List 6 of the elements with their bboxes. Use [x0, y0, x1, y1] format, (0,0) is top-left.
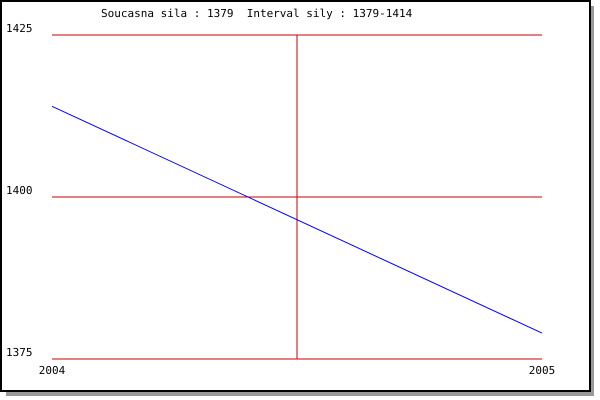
y-tick-label: 1425 — [6, 22, 32, 35]
x-tick-label: 2005 — [528, 364, 556, 377]
chart-title: Soucasna sila : 1379 Interval sily : 1379-1414 — [101, 7, 412, 20]
y-tick-label: 1400 — [6, 184, 32, 197]
x-tick-label: 2004 — [38, 364, 66, 377]
y-tick-label: 1375 — [6, 346, 32, 359]
